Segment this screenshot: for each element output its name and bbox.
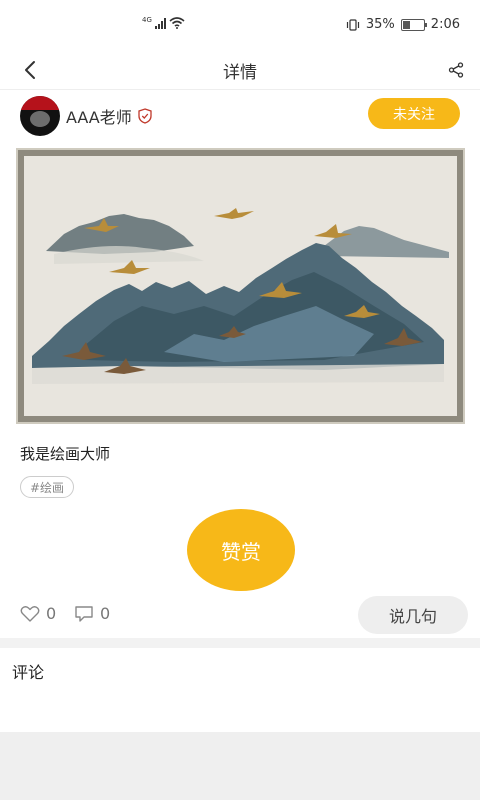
author-row: AAA老师 <box>20 96 153 136</box>
battery-icon <box>400 18 427 31</box>
share-icon <box>448 62 464 78</box>
navigation-bar: 详情 <box>0 50 480 90</box>
share-button[interactable] <box>442 56 470 84</box>
network-type: 4G <box>142 16 152 24</box>
network-indicators: 4G <box>142 17 185 29</box>
navbar-divider <box>0 89 480 90</box>
avatar[interactable] <box>20 96 60 136</box>
status-bar: 4G 35% 2:06 <box>0 0 480 50</box>
author-name[interactable]: AAA老师 <box>66 104 132 128</box>
system-indicators: 35% 2:06 <box>346 17 460 32</box>
likes-count: 0 <box>46 604 57 623</box>
reward-button[interactable]: 赞赏 <box>187 509 295 591</box>
vibrate-icon <box>346 18 359 31</box>
follow-button[interactable]: 未关注 <box>368 98 460 129</box>
battery-percent: 35% <box>365 17 395 32</box>
write-comment-button[interactable]: 说几句 <box>358 596 468 634</box>
artwork-image[interactable] <box>16 148 465 424</box>
heart-icon <box>20 605 40 622</box>
wifi-icon <box>169 17 185 29</box>
page-title: 详情 <box>223 63 257 83</box>
post-title: 我是绘画大师 <box>20 445 111 463</box>
comments-section-title: 评论 <box>12 663 45 682</box>
comments-empty-area <box>0 732 480 800</box>
comment-count-button[interactable]: 0 <box>74 604 110 623</box>
tag-chip[interactable]: #绘画 <box>20 476 75 498</box>
verified-shield-icon <box>137 108 153 124</box>
like-button[interactable]: 0 <box>20 604 56 623</box>
comments-count: 0 <box>100 604 111 623</box>
clock: 2:06 <box>430 17 460 32</box>
chat-bubble-icon <box>75 605 93 622</box>
signal-icon <box>154 17 166 29</box>
landscape-painting <box>24 156 457 416</box>
section-separator <box>0 638 480 648</box>
